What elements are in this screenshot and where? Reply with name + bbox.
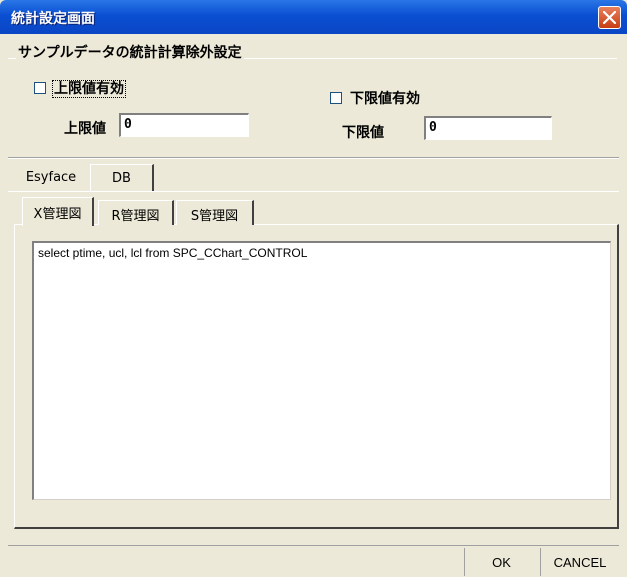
- lower-limit-input[interactable]: 0: [424, 116, 552, 140]
- lower-limit-checkbox[interactable]: [330, 92, 342, 104]
- tab-r-chart[interactable]: R管理図: [98, 200, 174, 225]
- section-divider: [8, 157, 619, 159]
- tab-esyface[interactable]: Esyface: [14, 164, 88, 191]
- upper-limit-label: 上限値: [64, 121, 106, 137]
- primary-tab-baseline: [8, 191, 619, 192]
- sql-query-textarea[interactable]: select ptime, ucl, lcl from SPC_CChart_C…: [32, 241, 611, 500]
- tab-s-chart[interactable]: S管理図: [176, 200, 254, 225]
- cancel-button[interactable]: CANCEL: [540, 548, 619, 576]
- lower-limit-checkbox-label[interactable]: 下限値有効: [350, 88, 420, 108]
- window-title: 統計設定画面: [11, 11, 95, 27]
- tab-db[interactable]: DB: [90, 164, 154, 191]
- close-icon: [603, 11, 616, 24]
- lower-limit-label: 下限値: [342, 125, 384, 141]
- upper-limit-checkbox-label[interactable]: 上限値有効: [52, 78, 126, 98]
- title-bar[interactable]: 統計設定画面: [0, 0, 627, 34]
- close-button[interactable]: [598, 6, 621, 29]
- tab-x-chart[interactable]: X管理図: [22, 197, 94, 226]
- upper-limit-input[interactable]: 0: [119, 113, 249, 137]
- dialog-window: 統計設定画面 サンプルデータの統計計算除外設定 上限値有効 下限値有効 上限値 …: [0, 0, 627, 577]
- upper-limit-checkbox[interactable]: [34, 82, 46, 94]
- group-title: サンプルデータの統計計算除外設定: [16, 42, 244, 62]
- ok-button[interactable]: OK: [464, 548, 538, 576]
